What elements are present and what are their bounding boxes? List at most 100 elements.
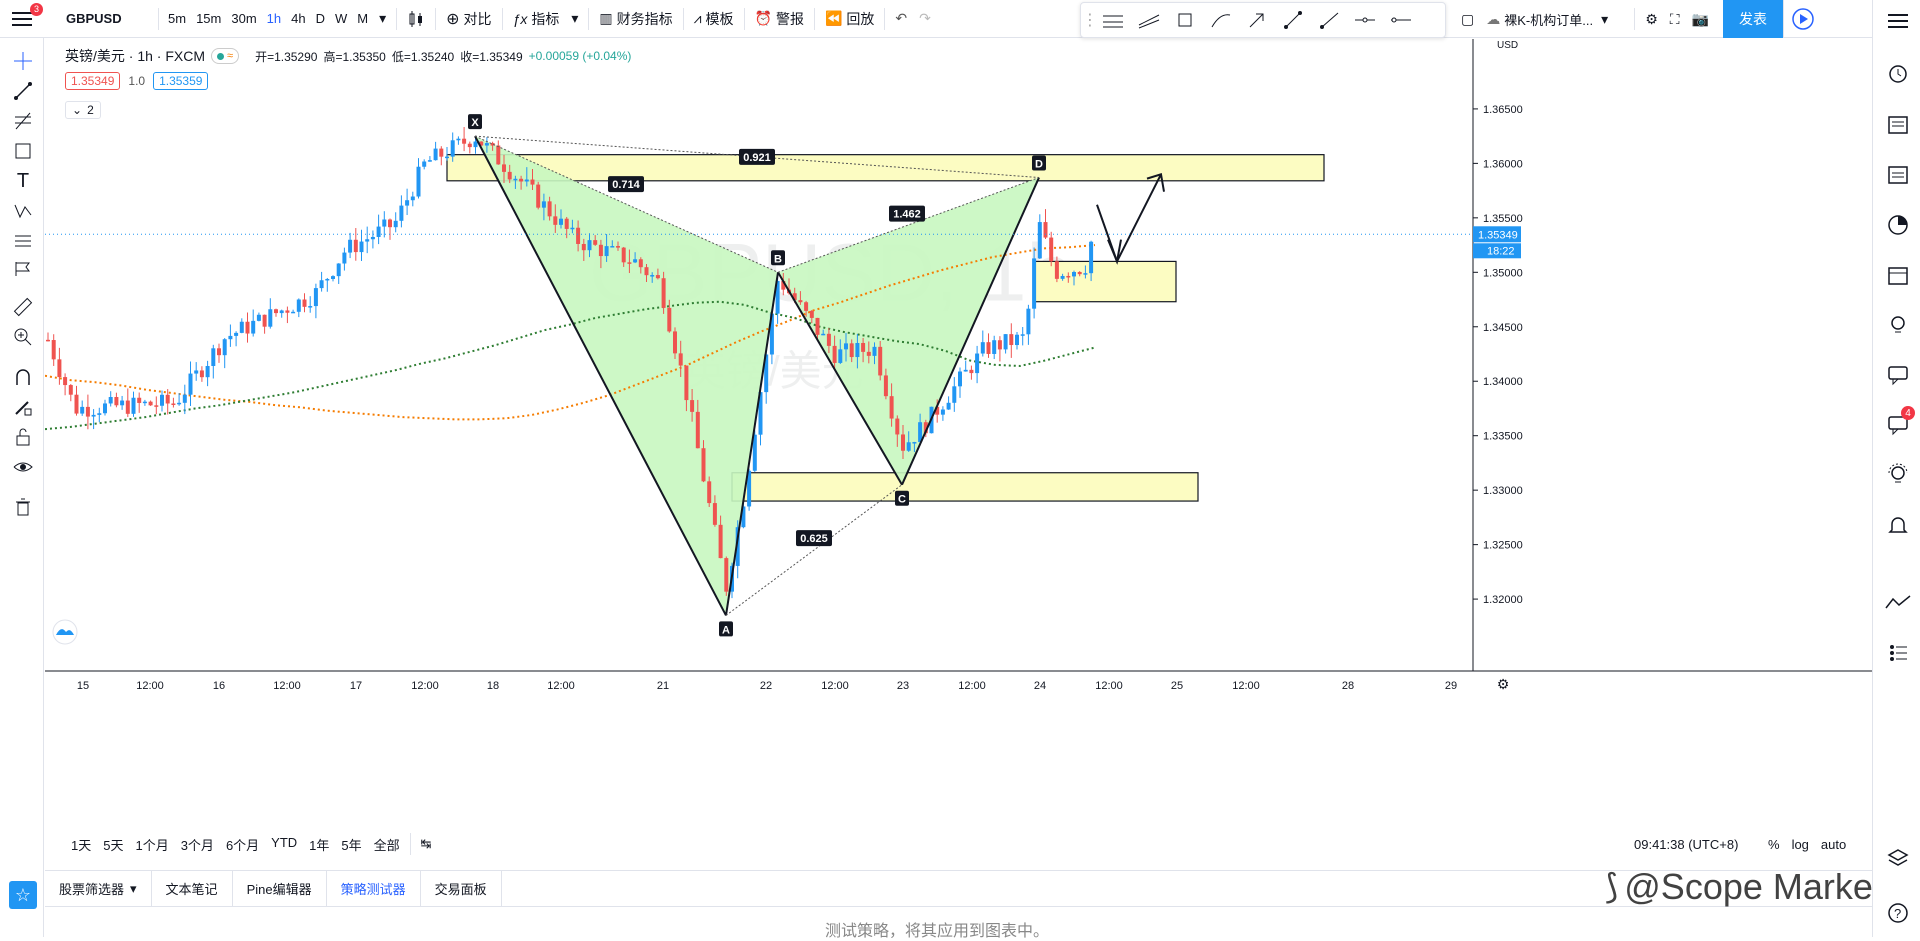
interval-4h[interactable]: 4h <box>286 0 310 38</box>
main-menu-button[interactable]: 3 <box>0 0 44 38</box>
gear-icon[interactable]: ⚙ <box>1497 677 1510 693</box>
fib-tool-icon[interactable] <box>10 108 36 134</box>
calendar-icon[interactable] <box>1885 262 1911 288</box>
parallel-channel-icon[interactable] <box>1131 5 1167 35</box>
horizontal-line-icon[interactable] <box>1383 5 1419 35</box>
compare-button[interactable]: ⊕ 对比 <box>440 0 497 38</box>
scale-option-auto[interactable]: auto <box>1815 837 1852 852</box>
rectangle-tool-icon[interactable] <box>1167 5 1203 35</box>
price-chart[interactable]: GBPUSD, 1h英镑/美元1.365001.360001.355001.35… <box>44 39 1872 794</box>
scale-option-log[interactable]: log <box>1786 837 1815 852</box>
range-1[interactable]: 5天 <box>97 835 129 854</box>
news-icon[interactable] <box>1885 112 1911 138</box>
candle-body <box>194 370 199 374</box>
text-tool-icon[interactable]: T <box>10 168 36 194</box>
curve-icon[interactable] <box>1203 5 1239 35</box>
notifications-icon[interactable] <box>1885 512 1911 538</box>
publish-button[interactable]: 发表 <box>1723 0 1784 38</box>
dom-icon[interactable] <box>1885 640 1911 666</box>
chevron-down-icon[interactable]: ▾ <box>130 881 137 897</box>
time-display[interactable]: 09:41:38 (UTC+8) <box>1628 837 1744 852</box>
trend-line-tool-icon[interactable] <box>10 78 36 104</box>
panel-tab-4[interactable]: 交易面板 <box>421 870 502 907</box>
candle-body <box>359 241 364 253</box>
trend-line-icon[interactable] <box>1275 5 1311 35</box>
interval-15m[interactable]: 15m <box>191 0 226 38</box>
zoom-in-icon[interactable] <box>10 324 36 350</box>
lock-pen-icon[interactable] <box>10 394 36 420</box>
alarm-icon[interactable] <box>1885 60 1911 86</box>
panel-tab-3[interactable]: 策略测试器 <box>327 870 421 907</box>
range-0[interactable]: 1天 <box>65 835 97 854</box>
gear-icon[interactable]: ⚙ <box>1639 0 1664 38</box>
buy-price[interactable]: 1.35359 <box>153 72 209 90</box>
help-bulb-icon[interactable] <box>1885 462 1911 488</box>
range-3[interactable]: 3个月 <box>175 835 220 854</box>
x-tick-label: 12:00 <box>136 680 164 692</box>
icons-tool-icon[interactable] <box>10 256 36 282</box>
crosshair-icon[interactable] <box>10 48 36 74</box>
ray-icon[interactable] <box>1311 5 1347 35</box>
rectangle-icon[interactable]: ▢ <box>1455 0 1480 38</box>
panel-tab-1[interactable]: 文本笔记 <box>152 870 233 907</box>
pattern-tool-icon[interactable] <box>10 198 36 224</box>
chart-type-button[interactable] <box>401 0 431 38</box>
redo-button[interactable]: ↷ <box>913 0 937 38</box>
range-4[interactable]: 6个月 <box>220 835 265 854</box>
interval-dropdown-icon[interactable]: ▾ <box>373 0 392 38</box>
interval-M[interactable]: M <box>352 0 373 38</box>
indicator-collapse[interactable]: ⌄ 2 <box>65 101 101 119</box>
panel-tab-0[interactable]: 股票筛选器 ▾ <box>45 870 152 907</box>
templates-button[interactable]: ⩘ 模板 <box>688 0 740 38</box>
market-depth-icon[interactable] <box>1885 590 1911 616</box>
undo-button[interactable]: ↶ <box>889 0 913 38</box>
drag-handle-icon[interactable]: ⋮ <box>1082 5 1098 35</box>
favorites-icon[interactable]: ☆ <box>9 881 37 909</box>
arrow-tool-icon[interactable] <box>1239 5 1275 35</box>
range-8[interactable]: 全部 <box>368 835 406 854</box>
sell-price[interactable]: 1.35349 <box>65 72 121 90</box>
magnet-icon[interactable] <box>10 364 36 390</box>
symbol-search[interactable]: GBPUSD <box>44 0 154 38</box>
eye-icon[interactable] <box>10 454 36 480</box>
camera-icon[interactable]: 📷 <box>1686 0 1715 38</box>
help-icon[interactable]: ? <box>1885 900 1911 926</box>
range-2[interactable]: 1个月 <box>129 835 174 854</box>
fullscreen-icon[interactable]: ⛶ <box>1664 0 1686 38</box>
prediction-tool-icon[interactable] <box>10 228 36 254</box>
ruler-icon[interactable] <box>10 294 36 320</box>
streams-icon[interactable]: 4 <box>1885 406 1915 438</box>
ideas-icon[interactable] <box>1885 312 1911 338</box>
indicators-button[interactable]: ƒx 指标 ▾ <box>507 0 585 38</box>
panel-tab-2[interactable]: Pine编辑器 <box>233 870 327 907</box>
layers-icon[interactable] <box>1885 846 1911 872</box>
scale-option-%[interactable]: % <box>1762 837 1786 852</box>
interval-D[interactable]: D <box>311 0 330 38</box>
candle-body <box>559 218 563 225</box>
goto-date-icon[interactable]: ↹ <box>415 836 438 852</box>
range-6[interactable]: 1年 <box>303 835 335 854</box>
layout-selector[interactable]: ☁ 裸K-机构订单... ▾ <box>1480 0 1630 38</box>
alert-button[interactable]: ⏰ 警报 <box>749 0 810 38</box>
play-button[interactable] <box>1783 0 1821 38</box>
channel-icon[interactable] <box>1095 5 1131 35</box>
trash-icon[interactable] <box>10 494 36 520</box>
replay-button[interactable]: ⏪ 回放 <box>819 0 880 38</box>
range-7[interactable]: 5年 <box>335 835 367 854</box>
interval-1h[interactable]: 1h <box>262 0 286 38</box>
chart-pane[interactable]: GBPUSD, 1h英镑/美元1.365001.360001.355001.35… <box>44 39 1872 794</box>
unlock-icon[interactable] <box>10 424 36 450</box>
horizontal-ray-icon[interactable] <box>1347 5 1383 35</box>
watchlist-icon[interactable] <box>1885 8 1911 34</box>
range-5[interactable]: YTD <box>265 835 303 854</box>
candle-body <box>182 394 187 403</box>
interval-5m[interactable]: 5m <box>163 0 191 38</box>
interval-W[interactable]: W <box>330 0 352 38</box>
symbol-title[interactable]: 英镑/美元 · 1h · FXCM <box>65 46 205 66</box>
chat-icon[interactable] <box>1885 362 1911 388</box>
shapes-tool-icon[interactable] <box>10 138 36 164</box>
financials-button[interactable]: ▥ 财务指标 <box>593 0 678 38</box>
data-window-icon[interactable] <box>1885 162 1911 188</box>
interval-30m[interactable]: 30m <box>226 0 261 38</box>
hotlist-icon[interactable] <box>1885 212 1911 238</box>
